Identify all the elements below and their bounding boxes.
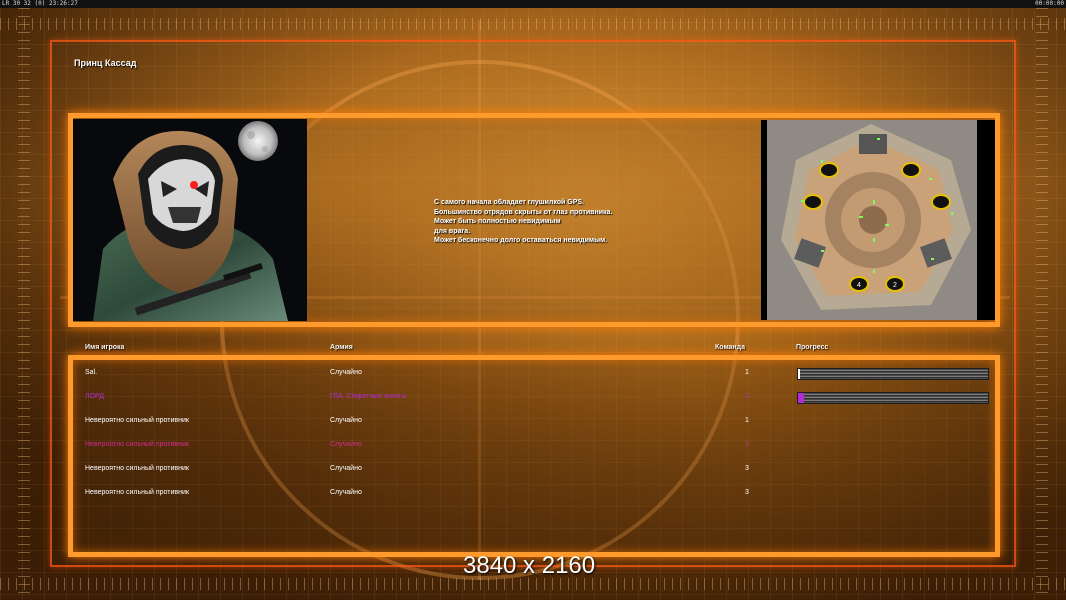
player-team: 3 <box>745 465 749 472</box>
player-army: Случайно <box>330 441 362 448</box>
player-row: Невероятно сильный противник Случайно 3 <box>0 486 1066 500</box>
player-row: Невероятно сильный противник Случайно 1 <box>0 438 1066 452</box>
portrait-image <box>73 119 307 321</box>
player-army: Случайно <box>330 369 362 376</box>
slot-label: 2 <box>893 282 897 289</box>
player-team: 1 <box>745 369 749 376</box>
map-preview: 4 2 <box>761 120 995 320</box>
loading-progress-bar <box>797 368 989 380</box>
general-description: С самого начала обладает глушилкой GPS. … <box>434 198 694 246</box>
column-header-progress: Прогресс <box>796 344 829 351</box>
status-bar-clock: 00:00:00 <box>1035 0 1064 7</box>
player-army: Случайно <box>330 417 362 424</box>
resolution-watermark: 3840 x 2160 <box>463 552 596 579</box>
ruler-top <box>0 18 1066 30</box>
player-team: 1 <box>745 441 749 448</box>
player-row: ЛОРД ГЛА. Секретные агенты 1 <box>0 390 1066 404</box>
description-line: С самого начала обладает глушилкой GPS. <box>434 199 584 206</box>
description-line: Может бесконечно долго оставаться невиди… <box>434 237 608 244</box>
ruler-right <box>1036 0 1048 600</box>
player-name: Невероятно сильный противник <box>85 489 189 496</box>
loading-progress-bar <box>797 392 989 404</box>
loading-progress-fill <box>798 369 800 379</box>
ruler-left <box>18 0 30 600</box>
players-panel <box>68 355 1000 557</box>
player-name: ЛОРД <box>85 393 104 400</box>
status-bar: LR 30 32 (0) 23:26:27 00:00:00 <box>0 0 1066 8</box>
description-line: для врага. <box>434 227 471 235</box>
status-bar-left: LR 30 32 (0) 23:26:27 <box>2 0 78 7</box>
map-image: 4 2 <box>761 120 995 320</box>
player-row: Невероятно сильный противник Случайно 3 <box>0 462 1066 476</box>
player-name: Невероятно сильный противник <box>85 417 189 424</box>
general-portrait <box>73 119 307 321</box>
player-name: Sal. <box>85 369 98 376</box>
description-line: Большинство отрядов скрыты от глаз проти… <box>434 208 613 216</box>
loading-progress-fill <box>798 393 804 403</box>
description-line: Может быть полностью невидимым <box>434 218 561 225</box>
column-header-player: Имя игрока <box>85 344 125 351</box>
player-name: Невероятно сильный противник <box>85 441 189 448</box>
player-row: Невероятно сильный противник Случайно 1 <box>0 414 1066 428</box>
player-team: 3 <box>745 489 749 496</box>
player-army: ГЛА. Секретные агенты <box>330 393 407 400</box>
player-row: Sal. Случайно 1 <box>0 366 1066 380</box>
column-header-army: Армия <box>330 344 353 351</box>
player-team: 1 <box>745 417 749 424</box>
player-name: Невероятно сильный противник <box>85 465 189 472</box>
player-team: 1 <box>745 393 749 400</box>
general-title: Принц Кассад <box>74 58 137 68</box>
column-header-team: Команда <box>715 344 745 351</box>
slot-label: 4 <box>857 282 861 289</box>
player-army: Случайно <box>330 489 362 496</box>
player-army: Случайно <box>330 465 362 472</box>
